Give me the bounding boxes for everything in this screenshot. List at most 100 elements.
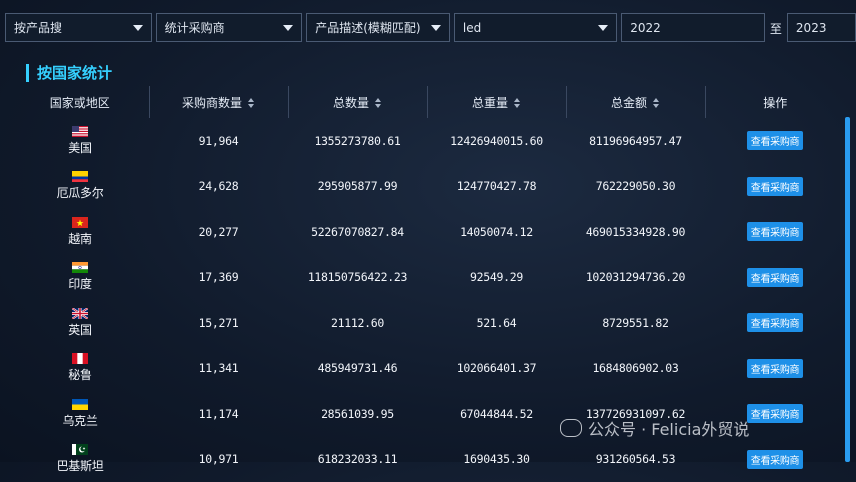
amount-cell: 469015334928.90	[566, 209, 705, 255]
weight-cell: 521.64	[427, 300, 566, 346]
quantity-cell: 118150756422.23	[288, 255, 427, 301]
col-buyers-label: 采购商数量	[182, 96, 242, 110]
country-name: 厄瓜多尔	[12, 184, 148, 201]
country-name: 秘鲁	[12, 366, 148, 383]
col-weight[interactable]: 总重量	[427, 86, 566, 118]
country-name: 越南	[12, 230, 148, 247]
quantity-cell: 52267070827.84	[288, 209, 427, 255]
view-buyers-button[interactable]: 查看采购商	[747, 131, 804, 150]
amount-cell: 102031294736.20	[566, 255, 705, 301]
sort-icon[interactable]	[375, 98, 382, 108]
col-quantity[interactable]: 总数量	[288, 86, 427, 118]
buyers-cell: 15,271	[149, 300, 288, 346]
buyers-cell: 11,341	[149, 346, 288, 392]
flag-vn-icon	[72, 217, 88, 228]
section-title: 按国家统计	[26, 64, 112, 82]
action-cell: 查看采购商	[705, 209, 845, 255]
weight-cell: 102066401.37	[427, 346, 566, 392]
filter-bar: 按产品搜 统计采购商 产品描述(模糊匹配) led 2022 至 2023	[5, 13, 856, 44]
flag-us-icon	[72, 126, 88, 137]
col-action: 操作	[705, 86, 845, 118]
view-buyers-button[interactable]: 查看采购商	[747, 450, 804, 469]
stat-type-value: 统计采购商	[165, 19, 225, 36]
flag-ec-icon	[72, 171, 88, 182]
watermark-text: 公众号 · Felicia外贸说	[588, 416, 749, 440]
chevron-down-icon	[431, 25, 441, 31]
buyers-cell: 91,964	[149, 118, 288, 164]
amount-cell: 762229050.30	[566, 164, 705, 210]
table-row: 印度17,369118150756422.2392549.29102031294…	[11, 255, 845, 301]
weight-cell: 67044844.52	[427, 391, 566, 437]
col-country-label: 国家或地区	[50, 96, 110, 110]
end-year-value: 2023	[796, 21, 827, 35]
chevron-down-icon	[133, 25, 143, 31]
buyers-cell: 24,628	[149, 164, 288, 210]
table-row: 秘鲁11,341485949731.46102066401.3716848069…	[11, 346, 845, 392]
view-buyers-button[interactable]: 查看采购商	[747, 177, 804, 196]
start-year-input[interactable]: 2022	[621, 13, 765, 42]
col-quantity-label: 总数量	[333, 96, 369, 110]
col-country: 国家或地区	[11, 86, 149, 118]
country-cell: 越南	[11, 209, 149, 255]
chevron-down-icon	[598, 25, 608, 31]
amount-cell: 8729551.82	[566, 300, 705, 346]
end-year-input[interactable]: 2023	[787, 13, 856, 42]
scrollbar[interactable]	[845, 117, 850, 462]
weight-cell: 12426940015.60	[427, 118, 566, 164]
action-cell: 查看采购商	[705, 437, 845, 482]
col-action-label: 操作	[763, 96, 787, 110]
flag-gb-icon	[72, 308, 88, 319]
action-cell: 查看采购商	[705, 346, 845, 392]
search-mode-select[interactable]: 按产品搜	[5, 13, 152, 42]
table-row: 美国91,9641355273780.6112426940015.6081196…	[11, 118, 845, 164]
table-row: 英国15,27121112.60521.648729551.82 查看采购商	[11, 300, 845, 346]
view-buyers-button[interactable]: 查看采购商	[747, 404, 804, 423]
weight-cell: 124770427.78	[427, 164, 566, 210]
table-header-row: 国家或地区 采购商数量 总数量 总重量 总金额 操作	[11, 86, 845, 118]
country-name: 巴基斯坦	[12, 457, 148, 474]
sort-icon[interactable]	[653, 98, 660, 108]
country-cell: 印度	[11, 255, 149, 301]
country-cell: 巴基斯坦	[11, 437, 149, 482]
flag-ua-icon	[72, 399, 88, 410]
country-cell: 美国	[11, 118, 149, 164]
country-cell: 秘鲁	[11, 346, 149, 392]
quantity-cell: 1355273780.61	[288, 118, 427, 164]
weight-cell: 14050074.12	[427, 209, 566, 255]
view-buyers-button[interactable]: 查看采购商	[747, 313, 804, 332]
keyword-select[interactable]: led	[454, 13, 617, 42]
view-buyers-button[interactable]: 查看采购商	[747, 268, 804, 287]
view-buyers-button[interactable]: 查看采购商	[747, 222, 804, 241]
action-cell: 查看采购商	[705, 300, 845, 346]
amount-cell: 1684806902.03	[566, 346, 705, 392]
action-cell: 查看采购商	[705, 164, 845, 210]
country-cell: 英国	[11, 300, 149, 346]
sort-icon[interactable]	[248, 98, 255, 108]
action-cell: 查看采购商	[705, 118, 845, 164]
country-cell: 乌克兰	[11, 391, 149, 437]
watermark: 公众号 · Felicia外贸说	[560, 416, 749, 440]
stat-type-select[interactable]: 统计采购商	[156, 13, 303, 42]
quantity-cell: 295905877.99	[288, 164, 427, 210]
col-weight-label: 总重量	[472, 96, 508, 110]
sort-icon[interactable]	[514, 98, 521, 108]
weight-cell: 92549.29	[427, 255, 566, 301]
chevron-down-icon	[283, 25, 293, 31]
match-mode-select[interactable]: 产品描述(模糊匹配)	[306, 13, 450, 42]
table-row: 厄瓜多尔24,628295905877.99124770427.78762229…	[11, 164, 845, 210]
search-mode-value: 按产品搜	[14, 19, 62, 36]
buyers-cell: 17,369	[149, 255, 288, 301]
country-name: 美国	[12, 139, 148, 156]
amount-cell: 931260564.53	[566, 437, 705, 482]
col-buyers[interactable]: 采购商数量	[149, 86, 288, 118]
quantity-cell: 21112.60	[288, 300, 427, 346]
country-cell: 厄瓜多尔	[11, 164, 149, 210]
country-name: 乌克兰	[12, 412, 148, 429]
view-buyers-button[interactable]: 查看采购商	[747, 359, 804, 378]
col-amount[interactable]: 总金额	[566, 86, 705, 118]
start-year-value: 2022	[630, 21, 661, 35]
buyers-cell: 20,277	[149, 209, 288, 255]
flag-pk-icon	[72, 444, 88, 455]
wechat-icon	[560, 419, 582, 437]
weight-cell: 1690435.30	[427, 437, 566, 482]
